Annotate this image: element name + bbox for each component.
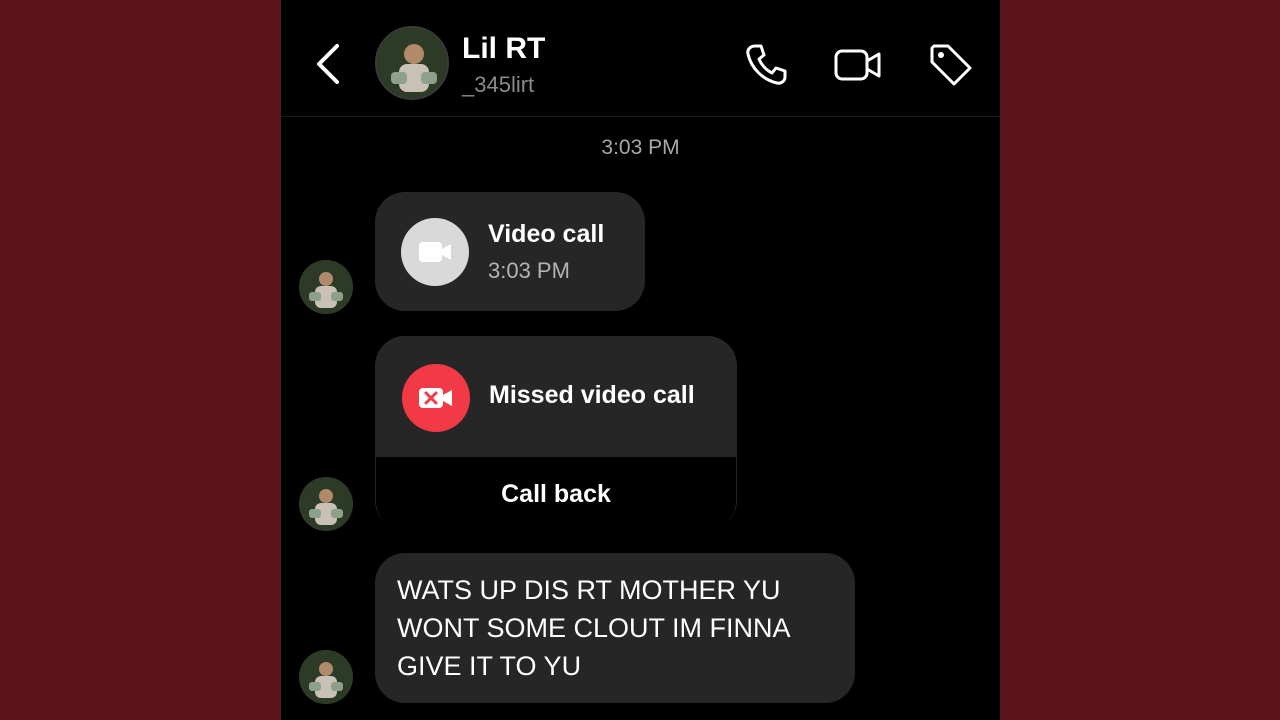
missed-video-call-icon [402, 364, 470, 432]
video-call-icon [401, 218, 469, 286]
avatar[interactable] [375, 26, 449, 100]
call-back-button[interactable]: Call back [376, 457, 736, 531]
avatar[interactable] [299, 477, 353, 531]
chat-screen: Lil RT _345lirt 3:03 PM Video call 3:03 … [281, 0, 1000, 720]
missed-call-bubble: Missed video call Call back [375, 336, 737, 531]
avatar[interactable] [299, 650, 353, 704]
back-icon[interactable] [313, 42, 343, 86]
message-text: WATS UP DIS RT MOTHER YU WONT SOME CLOUT… [397, 575, 790, 681]
avatar[interactable] [299, 260, 353, 314]
thread-timestamp: 3:03 PM [601, 136, 680, 159]
missed-call-title: Missed video call [489, 381, 695, 409]
phone-icon[interactable] [741, 40, 791, 90]
video-camera-icon[interactable] [833, 40, 883, 90]
tag-icon[interactable] [926, 40, 976, 90]
chat-header: Lil RT _345lirt [281, 0, 1000, 117]
video-call-bubble[interactable]: Video call 3:03 PM [375, 192, 645, 311]
contact-name[interactable]: Lil RT [462, 32, 545, 66]
contact-handle: _345lirt [462, 72, 535, 97]
message-bubble[interactable]: WATS UP DIS RT MOTHER YU WONT SOME CLOUT… [375, 553, 855, 703]
video-call-time: 3:03 PM [488, 258, 570, 283]
video-call-title: Video call [488, 220, 605, 248]
